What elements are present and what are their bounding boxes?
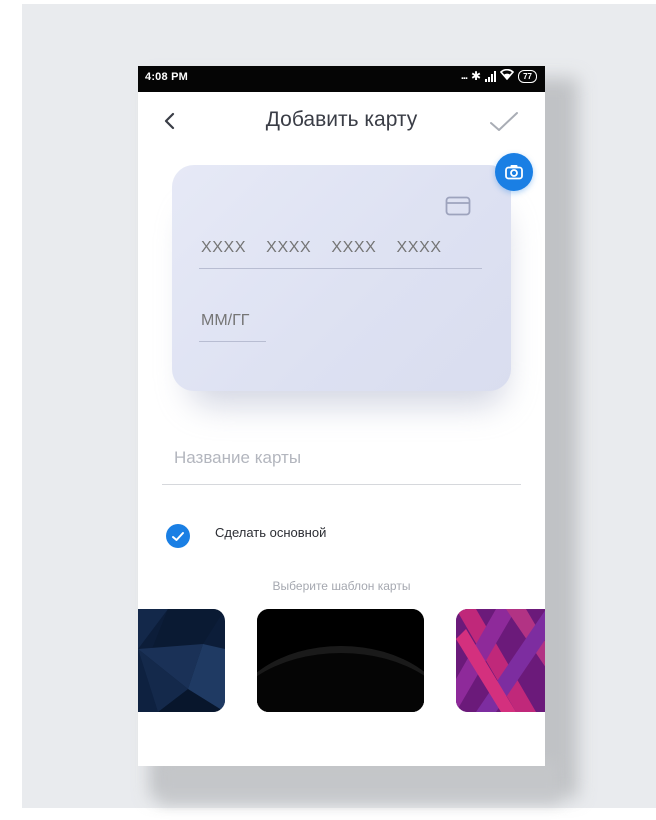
status-bar: 4:08 PM ... ✱ 77 [138, 66, 545, 92]
horizon-graphic [257, 609, 424, 712]
card-name-input[interactable] [174, 448, 514, 468]
camera-icon [505, 165, 523, 180]
card-preview [172, 165, 511, 391]
template-section-title: Выберите шаблон карты [272, 579, 411, 593]
card-name-underline [162, 484, 521, 485]
template-card-black-horizon[interactable] [257, 609, 424, 712]
make-default-label: Сделать основной [215, 525, 327, 540]
scan-card-button[interactable] [495, 153, 533, 191]
bluetooth-icon: ✱ [471, 69, 482, 83]
phone-shadow-bottom [160, 760, 560, 804]
polygon-pattern [138, 609, 225, 712]
card-expiry-underline [199, 341, 266, 342]
page-title: Добавить карту [265, 108, 418, 131]
battery-icon: 77 [518, 69, 537, 83]
card-number-input[interactable] [201, 239, 471, 257]
status-icons: ... ✱ 77 [460, 68, 537, 83]
status-time: 4:08 PM [145, 71, 188, 83]
confirm-check-icon[interactable] [488, 110, 520, 134]
card-number-underline [199, 268, 482, 269]
checkmark-icon [172, 531, 184, 541]
cell-signal-icon [485, 70, 497, 82]
phone-screen: 4:08 PM ... ✱ 77 Добавить карту XXXX XXX… [138, 66, 545, 766]
template-card-dark-blue[interactable] [138, 609, 225, 712]
make-default-checkbox[interactable] [166, 524, 190, 548]
purple-pattern [456, 609, 545, 712]
wifi-icon [499, 68, 515, 83]
card-expiry-input[interactable] [201, 312, 271, 330]
credit-card-icon [445, 196, 471, 216]
notification-dots-icon: ... [460, 70, 468, 82]
template-card-purple[interactable] [456, 609, 545, 712]
